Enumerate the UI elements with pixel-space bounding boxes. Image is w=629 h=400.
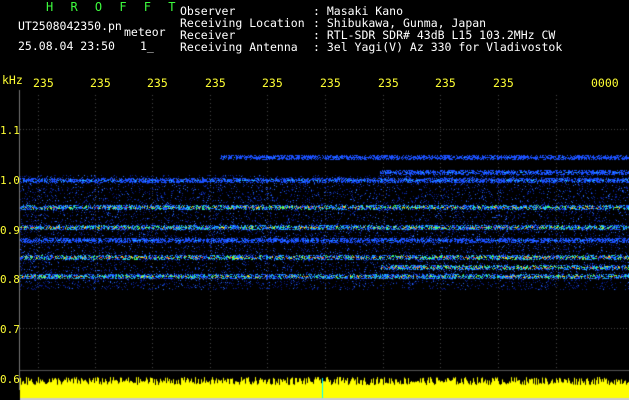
time-tick: 235 — [147, 76, 168, 90]
time-tick: 235 — [33, 76, 54, 90]
time-tick: 235 — [493, 76, 514, 90]
freq-tick: 0.9 — [0, 224, 20, 237]
time-tick: 0000 — [591, 76, 619, 90]
freq-tick: 1.1 — [0, 124, 20, 137]
time-tick: 235 — [435, 76, 456, 90]
freq-tick: 0.6 — [0, 373, 20, 386]
datetime: 25.08.04 23:50 — [18, 39, 115, 53]
time-tick: 235 — [262, 76, 283, 90]
freq-tick: 0.7 — [0, 323, 20, 336]
spectrogram-canvas — [0, 0, 629, 400]
filename: UT2508042350.pn — [18, 19, 122, 33]
antenna-value: : 3el Yagi(V) Az 330 for Vladivostok — [313, 40, 563, 54]
antenna-label: Receiving Antenna — [180, 40, 298, 54]
count: 1_ — [140, 39, 154, 53]
freq-tick: 0.8 — [0, 273, 20, 286]
type-label: meteor — [124, 25, 166, 39]
freq-tick: 1.0 — [0, 174, 20, 187]
time-tick: 235 — [378, 76, 399, 90]
time-tick: 235 — [90, 76, 111, 90]
time-tick: 235 — [205, 76, 226, 90]
frequency-unit: kHz — [2, 73, 23, 87]
station-code: H R O F F T — [46, 0, 181, 14]
time-tick: 235 — [320, 76, 341, 90]
